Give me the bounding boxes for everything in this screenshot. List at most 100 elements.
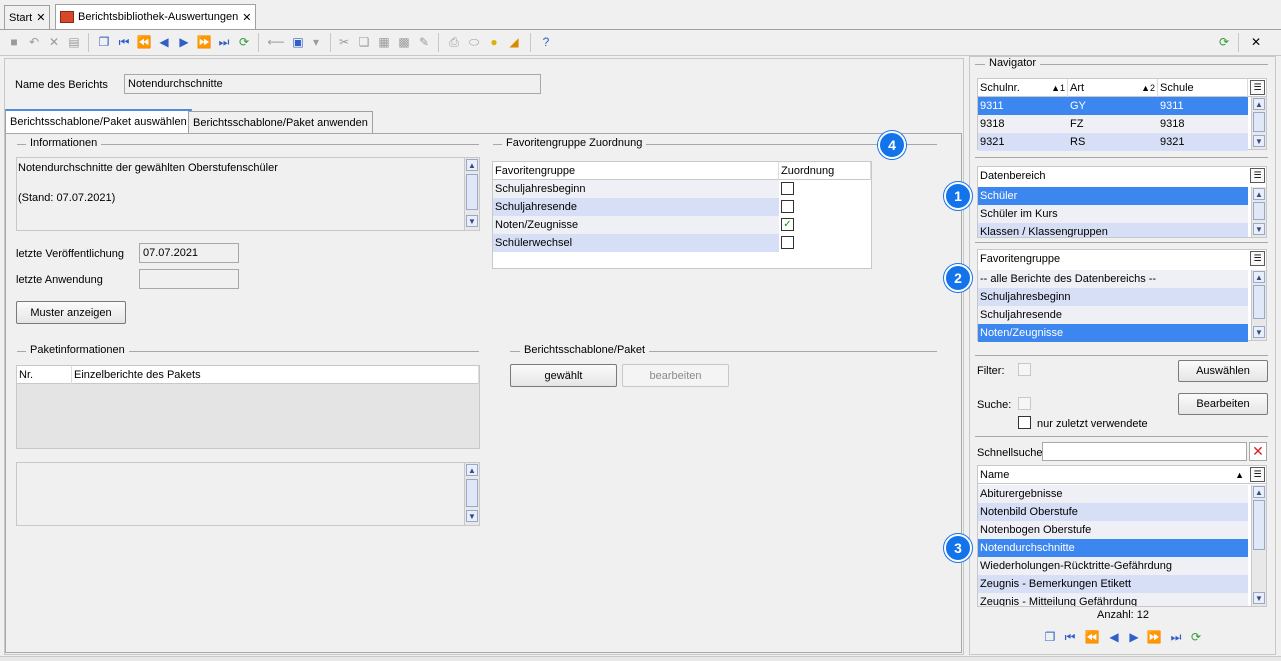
next-page-icon[interactable]: ⏩ — [196, 34, 212, 50]
list-item[interactable]: Schuljahresbeginn — [978, 288, 1248, 306]
col-single-reports[interactable]: Einzelberichte des Pakets — [72, 366, 479, 384]
lightbulb-icon[interactable]: ● — [486, 34, 502, 50]
col-assignment[interactable]: Zuordnung — [779, 162, 871, 180]
help-icon[interactable]: ? — [538, 34, 554, 50]
last-record-icon[interactable]: ⏭ — [1168, 629, 1184, 645]
copy-icon[interactable]: ❏ — [356, 34, 372, 50]
paste-special-icon[interactable]: ▩ — [396, 34, 412, 50]
next-record-icon[interactable]: ▶ — [176, 34, 192, 50]
tab-report-library[interactable]: Berichtsbibliothek-Auswertungen ✕ — [55, 4, 257, 29]
window-close-icon[interactable]: ✕ — [1248, 34, 1264, 50]
scroll-thumb[interactable] — [1253, 500, 1265, 550]
assignment-checkbox[interactable] — [781, 236, 794, 249]
edit-template-button[interactable]: bearbeiten — [622, 364, 729, 387]
copy-record-icon[interactable]: ❐ — [1042, 629, 1058, 645]
scroll-up-icon[interactable]: ▲ — [466, 464, 478, 476]
edit-filter-button[interactable]: Bearbeiten — [1178, 393, 1268, 415]
package-scrollbar[interactable]: ▲ ▼ — [464, 463, 479, 525]
tab-select-template[interactable]: Berichtsschablone/Paket auswählen — [5, 109, 192, 133]
last-record-icon[interactable]: ⏭ — [216, 34, 232, 50]
col-favorite-group[interactable]: Favoritengruppe — [493, 162, 779, 180]
col-name[interactable]: Name ▲ — [978, 466, 1248, 484]
quicksearch-input[interactable] — [1042, 442, 1247, 461]
list-item[interactable]: Schuljahresende — [978, 306, 1248, 324]
scroll-down-icon[interactable]: ▼ — [466, 215, 478, 227]
new-document-icon[interactable]: ▣ — [290, 34, 306, 50]
data-area-menu-icon[interactable]: ☰ — [1250, 168, 1265, 183]
favorite-group-menu-icon[interactable]: ☰ — [1250, 251, 1265, 266]
chosen-button[interactable]: gewählt — [510, 364, 617, 387]
table-row[interactable]: Schuljahresbeginn — [493, 180, 871, 198]
tab-start[interactable]: Start ✕ — [4, 5, 51, 29]
list-item[interactable]: Schüler — [978, 187, 1248, 205]
table-row[interactable]: Schülerwechsel — [493, 234, 871, 252]
list-item[interactable]: Abiturergebnisse — [978, 485, 1248, 503]
list-item[interactable]: Noten/Zeugnisse — [978, 324, 1248, 342]
copy-record-icon[interactable]: ❐ — [96, 34, 112, 50]
scroll-up-icon[interactable]: ▲ — [1253, 486, 1265, 498]
assignment-checkbox[interactable] — [781, 182, 794, 195]
list-item[interactable]: Zeugnis - Mitteilung Gefährdung — [978, 593, 1248, 606]
refresh-icon[interactable]: ⟳ — [236, 34, 252, 50]
last-publication-field[interactable]: 07.07.2021 — [139, 243, 239, 263]
table-row[interactable]: Noten/Zeugnisse ✓ — [493, 216, 871, 234]
school-scrollbar[interactable]: ▲ ▼ — [1251, 97, 1266, 149]
scroll-thumb[interactable] — [1253, 202, 1265, 220]
list-item[interactable]: Notenbild Oberstufe — [978, 503, 1248, 521]
paste-icon[interactable]: ▦ — [376, 34, 392, 50]
first-record-icon[interactable]: ⏮ — [116, 34, 132, 50]
tab-start-close-icon[interactable]: ✕ — [36, 11, 45, 24]
previous-record-icon[interactable]: ◀ — [1106, 629, 1122, 645]
favorite-group-scrollbar[interactable]: ▲ ▼ — [1251, 270, 1266, 340]
tab-report-library-close-icon[interactable]: ✕ — [242, 11, 251, 24]
sync-icon[interactable]: ⟳ — [1216, 34, 1232, 50]
table-row[interactable]: 9318 FZ 9318 — [978, 115, 1248, 133]
list-item[interactable]: Notenbogen Oberstufe — [978, 521, 1248, 539]
dropdown-arrow-icon[interactable]: ▾ — [308, 34, 324, 50]
scroll-up-icon[interactable]: ▲ — [1253, 271, 1265, 283]
report-name-field[interactable]: Notendurchschnitte — [124, 74, 541, 94]
scroll-down-icon[interactable]: ▼ — [1253, 135, 1265, 147]
info-scrollbar[interactable]: ▲ ▼ — [464, 158, 479, 230]
previous-page-icon[interactable]: ⏪ — [136, 34, 152, 50]
scroll-thumb[interactable] — [466, 174, 478, 210]
list-item[interactable]: Zeugnis - Bemerkungen Etikett — [978, 575, 1248, 593]
list-item[interactable]: Wiederholungen-Rücktritte-Gefährdung — [978, 557, 1248, 575]
assignment-checkbox[interactable] — [781, 200, 794, 213]
list-item[interactable]: Klassen / Klassengruppen — [978, 223, 1248, 237]
preview-icon[interactable]: ⬭ — [466, 34, 482, 50]
scroll-up-icon[interactable]: ▲ — [1253, 98, 1265, 110]
save-icon[interactable]: ■ — [6, 34, 22, 50]
next-record-icon[interactable]: ▶ — [1126, 629, 1142, 645]
tab-apply-template[interactable]: Berichtsschablone/Paket anwenden — [188, 111, 373, 133]
scroll-down-icon[interactable]: ▼ — [466, 510, 478, 522]
edit-list-icon[interactable]: ▤ — [66, 34, 82, 50]
clear-brush-icon[interactable]: ◢ — [506, 34, 522, 50]
name-column-menu-icon[interactable]: ☰ — [1250, 467, 1265, 482]
col-school[interactable]: Schule — [1158, 79, 1248, 97]
scroll-down-icon[interactable]: ▼ — [1253, 326, 1265, 338]
back-arrow-icon[interactable]: ⟵ — [267, 34, 284, 50]
print-icon[interactable]: ⎙ — [446, 34, 462, 50]
format-brush-icon[interactable]: ✎ — [416, 34, 432, 50]
list-item[interactable]: Notendurchschnitte — [978, 539, 1248, 557]
next-page-icon[interactable]: ⏩ — [1146, 629, 1162, 645]
refresh-icon[interactable]: ⟳ — [1188, 629, 1204, 645]
scroll-down-icon[interactable]: ▼ — [1253, 592, 1265, 604]
data-area-scrollbar[interactable]: ▲ ▼ — [1251, 187, 1266, 237]
search-checkbox[interactable] — [1018, 397, 1031, 410]
col-school-number[interactable]: Schulnr. ▲1 — [978, 79, 1068, 97]
col-nr[interactable]: Nr. — [17, 366, 72, 384]
scroll-up-icon[interactable]: ▲ — [1253, 188, 1265, 200]
scroll-up-icon[interactable]: ▲ — [466, 159, 478, 171]
table-row[interactable]: 9311 GY 9311 — [978, 97, 1248, 115]
column-menu-icon[interactable]: ☰ — [1250, 80, 1265, 95]
package-textarea[interactable]: ▲ ▼ — [16, 462, 480, 526]
previous-page-icon[interactable]: ⏪ — [1084, 629, 1100, 645]
cut-icon[interactable]: ✂ — [336, 34, 352, 50]
table-row[interactable]: 9321 RS 9321 — [978, 133, 1248, 151]
col-school-type[interactable]: Art ▲2 — [1068, 79, 1158, 97]
delete-icon[interactable]: ✕ — [46, 34, 62, 50]
recent-only-checkbox[interactable] — [1018, 416, 1031, 429]
report-name-scrollbar[interactable]: ▲ ▼ — [1251, 485, 1266, 606]
